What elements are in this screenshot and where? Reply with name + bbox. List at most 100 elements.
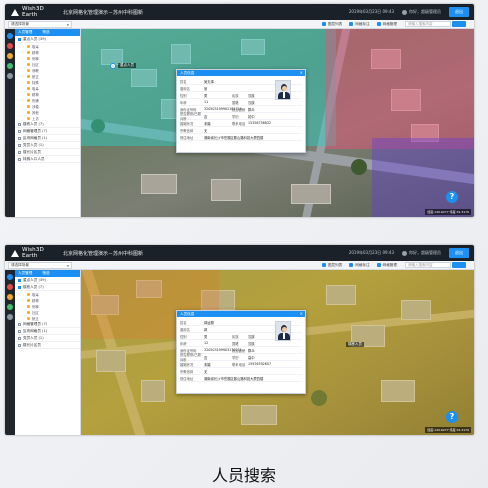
sidebar-group[interactable]: 楼长片区员 xyxy=(15,149,80,156)
person-photo xyxy=(275,80,291,100)
checkbox[interactable] xyxy=(18,129,21,133)
building xyxy=(211,179,241,201)
sidebar-group[interactable]: 楼栋人员 (7) xyxy=(15,284,80,291)
sidebar-group[interactable]: 重点人员 (39) xyxy=(15,277,80,284)
scene-select[interactable]: 请选择场景 ▼ xyxy=(8,261,72,269)
checkbox[interactable] xyxy=(18,136,21,140)
person-icon xyxy=(27,92,30,96)
map-view[interactable]: 1 重点人员 人员信息 × 姓名 吴无事 曾用名曼 性别男民族 汉族 年龄 11 国籍汉… xyxy=(81,29,474,217)
checkbox[interactable] xyxy=(18,143,21,147)
help-icon[interactable]: ? xyxy=(446,411,458,423)
chevron-down-icon: ▼ xyxy=(66,22,69,27)
chevron-down-icon: ▼ xyxy=(66,263,69,268)
checkbox[interactable] xyxy=(18,278,21,282)
coordinate-readout: 经度:120.6277 纬度:31.3170 xyxy=(425,427,471,433)
sidebar-group[interactable]: 楼栋人员 (7) xyxy=(15,121,80,128)
info-row: 年龄 11 国籍 汉族 xyxy=(180,99,302,106)
tool-grid-label[interactable]: 网格标注 xyxy=(349,22,370,27)
checkbox[interactable] xyxy=(18,285,21,289)
checkbox[interactable] xyxy=(18,322,21,326)
tool-grid-manage[interactable]: 网格管理 xyxy=(376,263,397,268)
rail-event-icon[interactable] xyxy=(7,53,13,59)
checkbox[interactable] xyxy=(18,157,21,161)
manage-icon xyxy=(376,22,381,26)
person-icon xyxy=(27,292,30,296)
checkbox[interactable] xyxy=(18,122,21,126)
tool-grid-label[interactable]: 网格标注 xyxy=(349,263,370,268)
tool-layer-list[interactable]: 图层列表 xyxy=(321,263,342,268)
exit-button[interactable]: 退出 xyxy=(449,7,469,17)
system-title: 北京网格化管理演示－苏州中科图新 xyxy=(63,9,144,16)
tab-filter[interactable]: 筛选 xyxy=(42,271,49,276)
person-info-popup: 人员信息 × 姓名 吴无事 曾用名曼 性别男民族 汉族 年龄 11 国籍 汉族 身份证号码… xyxy=(176,69,306,153)
rail-alert-icon[interactable] xyxy=(7,43,13,49)
checkbox[interactable] xyxy=(18,37,21,41)
checkbox[interactable] xyxy=(18,336,21,340)
person-icon xyxy=(27,86,30,90)
person-icon xyxy=(27,56,30,60)
toolbar: 请选择场景 ▼ 图层列表 网格标注 网格管理 请输入搜索内容 xyxy=(5,20,474,29)
close-icon[interactable]: × xyxy=(300,311,303,317)
user-area[interactable]: 你好，超级管理员 xyxy=(402,250,441,256)
person-icon xyxy=(27,110,30,114)
grid-zone-pink[interactable] xyxy=(324,29,474,150)
search-input[interactable]: 请输入搜索内容 xyxy=(405,21,451,27)
rail-people-icon[interactable] xyxy=(7,274,13,280)
sidebar-group[interactable]: 特殊人口人员 xyxy=(15,156,80,163)
sidebar-group[interactable]: 党员人员 (1) xyxy=(15,335,80,342)
rail-building-icon[interactable] xyxy=(7,63,13,69)
top-navbar: Wish3D Earth 北京网格化管理演示－苏州中科图新 2019年03月23… xyxy=(5,245,474,261)
popup-header: 人员信息 × xyxy=(177,70,305,76)
rail-building-icon[interactable] xyxy=(7,304,13,310)
left-rail xyxy=(5,270,15,435)
person-icon xyxy=(27,68,30,72)
rail-alert-icon[interactable] xyxy=(7,284,13,290)
sidebar-group[interactable]: 区块网格员 (1) xyxy=(15,328,80,335)
rail-event-icon[interactable] xyxy=(7,294,13,300)
grid-zone-purple[interactable] xyxy=(371,138,474,217)
scene-select[interactable]: 请选择场景 ▼ xyxy=(8,20,72,28)
rail-people-icon[interactable] xyxy=(7,33,13,39)
person-marker[interactable]: 1 xyxy=(110,63,116,69)
checkbox[interactable] xyxy=(18,150,21,154)
help-icon[interactable]: ? xyxy=(446,191,458,203)
people-sidebar: 人员管理 筛选 重点人员 (39) 吸毒 精神 刑释 社区 邪教 矫正 特殊 吸… xyxy=(15,29,81,217)
tree xyxy=(351,159,367,175)
figure-caption: 人员搜索 xyxy=(211,466,276,485)
sidebar-group[interactable]: 楼长片区员 xyxy=(15,342,80,349)
welcome-text: 你好，超级管理员 xyxy=(409,9,441,14)
tab-filter[interactable]: 筛选 xyxy=(42,30,49,35)
screenshot-frame-1: Wish3D Earth 北京网格化管理演示－苏州中科图新 2019年03月23… xyxy=(5,4,474,217)
map-view[interactable]: 楼栋人员 人员信息 × 姓名 郭运照 曾用名郭 性别男民族 汉族 年龄 12 国籍 汉族 … xyxy=(81,270,474,435)
top-navbar: Wish3D Earth 北京网格化管理演示－苏州中科图新 2019年03月23… xyxy=(5,4,474,20)
search-button[interactable] xyxy=(452,21,466,27)
sidebar-group[interactable]: 党员人员 (1) xyxy=(15,142,80,149)
tab-people[interactable]: 人员管理 xyxy=(18,30,32,35)
sidebar-group[interactable]: 重点人员 (39) xyxy=(15,36,80,43)
sidebar-group[interactable]: 区块网格员 (1) xyxy=(15,135,80,142)
rail-settings-icon[interactable] xyxy=(7,314,13,320)
layers-icon xyxy=(321,263,326,267)
info-row: 年龄 12 国籍 汉族 xyxy=(180,340,302,347)
tool-layer-list[interactable]: 图层列表 xyxy=(321,22,342,27)
tab-people[interactable]: 人员管理 xyxy=(18,271,32,276)
user-area[interactable]: 你好，超级管理员 xyxy=(402,9,441,15)
checkbox[interactable] xyxy=(18,343,21,347)
close-icon[interactable]: × xyxy=(300,70,303,76)
sidebar-header: 人员管理 筛选 xyxy=(15,270,80,277)
left-rail xyxy=(5,29,15,217)
sidebar-header: 人员管理 筛选 xyxy=(15,29,80,36)
exit-button[interactable]: 退出 xyxy=(449,248,469,258)
info-row: 婚姻状况 未婚 联系电话 15356758832 xyxy=(180,120,302,127)
tool-grid-manage[interactable]: 网格管理 xyxy=(376,22,397,27)
person-icon xyxy=(27,304,30,308)
person-icon xyxy=(27,62,30,66)
checkbox[interactable] xyxy=(18,329,21,333)
sidebar-group[interactable]: 网格管理员 (7) xyxy=(15,321,80,328)
toolbar: 请选择场景 ▼ 图层列表 网格标注 网格管理 请输入搜索内容 xyxy=(5,261,474,270)
search-input[interactable]: 请输入搜索内容 xyxy=(405,262,451,268)
logo-icon xyxy=(11,8,19,16)
rail-settings-icon[interactable] xyxy=(7,73,13,79)
sidebar-group[interactable]: 网格管理员 (7) xyxy=(15,128,80,135)
search-button[interactable] xyxy=(452,262,466,268)
